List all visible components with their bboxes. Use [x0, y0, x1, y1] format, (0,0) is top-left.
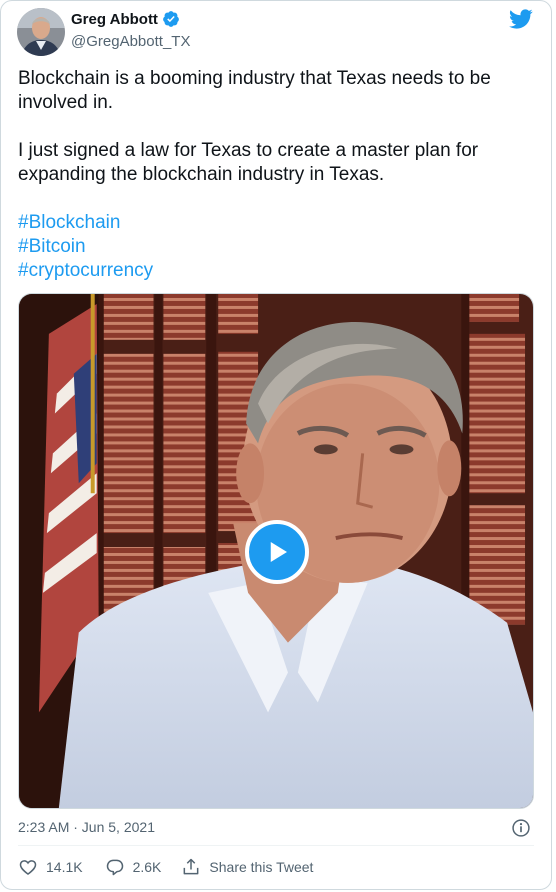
tweet-paragraph: I just signed a law for Texas to create … [18, 140, 479, 185]
author-handle[interactable]: @GregAbbott_TX [71, 33, 190, 50]
author-avatar[interactable] [17, 8, 65, 56]
tweet-paragraph: Blockchain is a booming industry that Te… [18, 68, 491, 113]
tweet-text: Blockchain is a booming industry that Te… [18, 67, 538, 283]
like-button[interactable]: 14.1K [18, 857, 83, 877]
hashtag-link-blockchain[interactable]: #Blockchain [18, 211, 538, 235]
info-icon[interactable] [511, 818, 531, 838]
play-button[interactable] [245, 520, 309, 584]
reply-count: 2.6K [132, 859, 162, 875]
author-display-name[interactable]: Greg Abbott [71, 11, 158, 28]
reply-button[interactable]: 2.6K [105, 857, 162, 877]
like-count: 14.1K [46, 859, 83, 875]
heart-icon [19, 860, 37, 876]
author-name-row: Greg Abbott [71, 10, 180, 28]
video-player[interactable] [18, 293, 534, 809]
twitter-bird-icon[interactable] [509, 7, 533, 31]
tweet-card: Greg Abbott @GregAbbott_TX Blockchain is… [0, 0, 552, 890]
verified-badge-icon [163, 11, 179, 27]
tweet-timestamp[interactable]: 2:23 AM · Jun 5, 2021 [18, 819, 155, 835]
share-icon [183, 858, 199, 875]
hashtag-link-bitcoin[interactable]: #Bitcoin [18, 235, 538, 259]
hashtag-link-cryptocurrency[interactable]: #cryptocurrency [18, 259, 538, 283]
reply-icon [106, 859, 123, 876]
tweet-actions: 14.1K 2.6K Share this Tweet [18, 857, 313, 877]
divider [18, 845, 534, 846]
share-button[interactable]: Share this Tweet [181, 857, 313, 877]
play-icon [270, 542, 287, 562]
share-label: Share this Tweet [209, 859, 314, 875]
